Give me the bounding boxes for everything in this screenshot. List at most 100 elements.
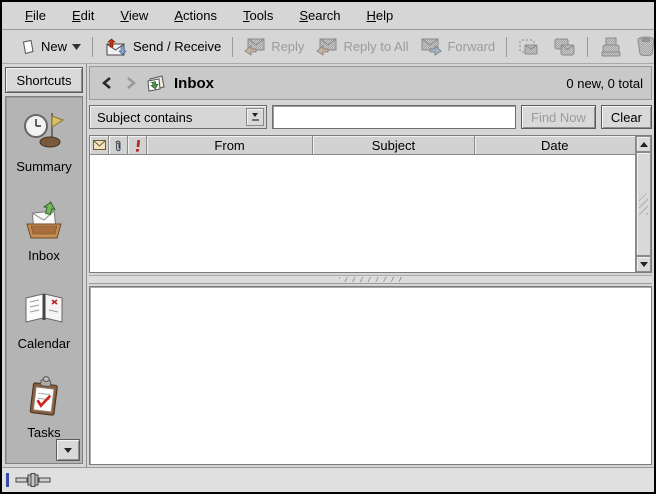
column-from[interactable]: From — [147, 136, 313, 155]
back-button[interactable] — [98, 73, 116, 93]
shortcuts-sidebar: Shortcuts Summary — [2, 64, 87, 467]
shortcuts-group-button[interactable]: Shortcuts — [5, 67, 83, 93]
chevron-down-icon — [64, 448, 72, 453]
summary-icon — [22, 109, 66, 153]
pane-splitter[interactable] — [89, 275, 652, 284]
sidebar-item-label: Calendar — [18, 336, 71, 351]
column-from-label: From — [214, 138, 244, 153]
toolbar: New Send / Receive — [2, 30, 654, 64]
new-button-label: New — [41, 39, 67, 54]
menu-edit[interactable]: Edit — [59, 4, 107, 27]
reply-to-all-label: Reply to All — [343, 39, 408, 54]
app-window: File Edit View Actions Tools Search Help… — [0, 0, 656, 494]
move-message-icon — [518, 37, 540, 57]
online-status-icon[interactable] — [15, 473, 51, 487]
message-list-body — [90, 155, 635, 272]
search-bar: Subject contains Find Now Clear — [89, 102, 652, 132]
search-input[interactable] — [272, 105, 516, 129]
shortcuts-label: Shortcuts — [17, 73, 72, 88]
column-importance[interactable] — [128, 136, 147, 155]
sidebar-item-inbox[interactable]: Inbox — [6, 198, 82, 287]
column-subject-label: Subject — [372, 138, 415, 153]
menu-view[interactable]: View — [107, 4, 161, 27]
send-receive-label: Send / Receive — [133, 39, 221, 54]
column-attachment[interactable] — [109, 136, 128, 155]
reply-all-icon — [316, 37, 338, 56]
main-area: Shortcuts Summary — [2, 64, 654, 467]
splitter-grip — [339, 277, 403, 282]
menu-file[interactable]: File — [12, 4, 59, 27]
reply-to-all-button[interactable]: Reply to All — [310, 34, 414, 59]
print-button[interactable] — [593, 34, 629, 60]
toolbar-separator — [506, 37, 507, 57]
forward-icon — [420, 37, 442, 56]
chevron-down-icon — [72, 44, 81, 50]
sidebar-item-label: Inbox — [28, 248, 60, 263]
sidebar-item-summary[interactable]: Summary — [6, 109, 82, 198]
reply-button[interactable]: Reply — [238, 34, 310, 59]
forward-button[interactable]: Forward — [414, 34, 501, 59]
copy-message-button[interactable] — [546, 34, 582, 60]
find-now-button[interactable]: Find Now — [521, 105, 596, 129]
trash-icon — [635, 36, 656, 57]
scroll-up-button[interactable] — [636, 136, 651, 152]
sidebar-item-label: Tasks — [27, 425, 60, 440]
message-list: From Subject Date — [89, 135, 652, 273]
progress-indicator — [6, 473, 9, 487]
arrow-up-icon — [640, 142, 648, 147]
clear-label: Clear — [611, 110, 642, 125]
folder-header: Inbox 0 new, 0 total — [89, 66, 652, 100]
send-receive-button[interactable]: Send / Receive — [98, 34, 227, 60]
shortcuts-scroll-down-button[interactable] — [56, 439, 80, 461]
printer-icon — [599, 37, 623, 57]
sidebar-item-label: Summary — [16, 159, 72, 174]
preview-pane — [89, 286, 652, 465]
calendar-icon — [22, 286, 66, 330]
attachment-icon — [114, 139, 122, 152]
menu-search[interactable]: Search — [286, 4, 353, 27]
forward-label: Forward — [447, 39, 495, 54]
message-list-scrollbar[interactable] — [635, 136, 651, 272]
shortcuts-panel: Summary Inbox — [5, 96, 83, 464]
search-criteria-value: Subject contains — [97, 110, 246, 125]
importance-icon — [133, 139, 142, 152]
status-bar — [2, 467, 654, 492]
copy-message-icon — [552, 37, 576, 57]
new-button[interactable]: New — [14, 36, 87, 58]
column-subject[interactable]: Subject — [313, 136, 474, 155]
tasks-icon — [22, 375, 66, 419]
message-status-icon — [93, 140, 106, 150]
folder-message-counts: 0 new, 0 total — [566, 76, 643, 91]
menu-actions[interactable]: Actions — [161, 4, 230, 27]
toolbar-separator — [92, 37, 93, 57]
menu-help[interactable]: Help — [354, 4, 407, 27]
menu-bar: File Edit View Actions Tools Search Help — [2, 2, 654, 30]
delete-button[interactable] — [629, 33, 656, 60]
search-criteria-dropdown[interactable]: Subject contains — [89, 105, 267, 129]
inbox-folder-icon — [146, 74, 166, 92]
scrollbar-thumb[interactable] — [636, 152, 651, 256]
reply-label: Reply — [271, 39, 304, 54]
new-document-icon — [20, 39, 36, 55]
message-list-header: From Subject Date — [90, 136, 635, 155]
content-area: Inbox 0 new, 0 total Subject contains Fi… — [87, 64, 654, 467]
thumb-grip — [639, 193, 648, 215]
toolbar-separator — [232, 37, 233, 57]
clear-button[interactable]: Clear — [601, 105, 652, 129]
column-date-label: Date — [541, 138, 568, 153]
forward-nav-button[interactable] — [122, 73, 140, 93]
scroll-down-button[interactable] — [636, 256, 651, 272]
find-now-label: Find Now — [531, 110, 586, 125]
folder-title: Inbox — [174, 75, 214, 92]
reply-icon — [244, 37, 266, 56]
column-date[interactable]: Date — [475, 136, 635, 155]
sidebar-item-calendar[interactable]: Calendar — [6, 286, 82, 375]
column-message-status[interactable] — [90, 136, 109, 155]
dropdown-arrow-icon — [246, 108, 264, 126]
toolbar-separator — [587, 37, 588, 57]
inbox-tray-icon — [22, 198, 66, 242]
send-receive-icon — [104, 37, 128, 57]
move-to-folder-button[interactable] — [512, 34, 546, 60]
arrow-down-icon — [640, 262, 648, 267]
menu-tools[interactable]: Tools — [230, 4, 286, 27]
